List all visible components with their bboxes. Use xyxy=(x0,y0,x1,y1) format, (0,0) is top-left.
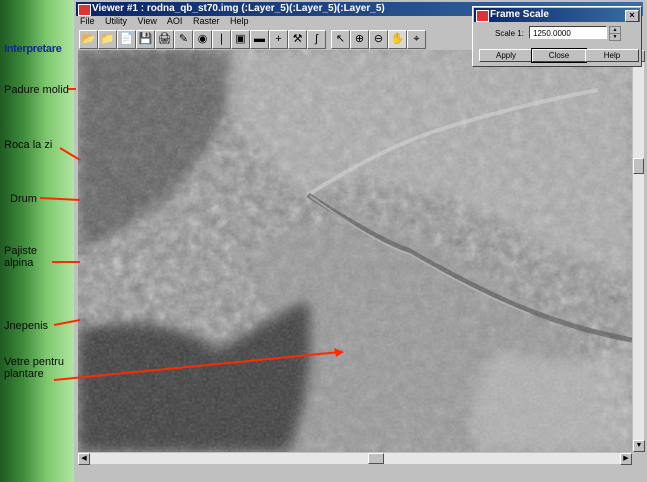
viewer-window: Viewer #1 : rodna_qb_st70.img (:Layer_5)… xyxy=(74,0,647,482)
horizontal-scroll-thumb[interactable] xyxy=(368,453,384,464)
print-icon[interactable]: 🖨 xyxy=(155,30,174,49)
spin-down-icon[interactable]: ▼ xyxy=(609,33,621,41)
label-padure-molid: Padure molid xyxy=(4,84,69,96)
apply-button[interactable]: Apply xyxy=(479,49,533,62)
scale-label: Scale 1: xyxy=(495,29,524,38)
vertical-scroll-thumb[interactable] xyxy=(633,158,644,174)
label-drum: Drum xyxy=(10,193,37,205)
open-layer-icon[interactable]: 📁 xyxy=(98,30,117,49)
scroll-left-icon[interactable]: ◀ xyxy=(78,453,90,465)
pan-hand-icon[interactable]: ✋ xyxy=(388,30,407,49)
new-file-icon[interactable]: 📄 xyxy=(117,30,136,49)
close-icon[interactable]: × xyxy=(625,10,639,22)
label-roca-la-zi: Roca la zi xyxy=(4,139,53,151)
viewer-app-icon xyxy=(78,4,91,16)
help-button[interactable]: Help xyxy=(585,49,639,62)
vertical-scrollbar[interactable]: ▲ ▼ xyxy=(633,50,645,452)
open-folder-icon[interactable]: 📂 xyxy=(79,30,98,49)
tools-icon[interactable]: ⚒ xyxy=(288,30,307,49)
horizontal-scrollbar[interactable]: ◀ ▶ xyxy=(78,453,632,465)
menu-aoi[interactable]: AOI xyxy=(167,16,183,26)
legend-title: Interpretare xyxy=(4,43,62,55)
satellite-image-render xyxy=(78,50,632,452)
eraser-icon[interactable]: ✎ xyxy=(174,30,193,49)
close-button[interactable]: Close xyxy=(531,48,587,63)
zoom-out-icon[interactable]: ⊖ xyxy=(369,30,388,49)
menu-view[interactable]: View xyxy=(138,16,157,26)
scale-input[interactable]: 1250.0000 xyxy=(529,26,607,39)
label-pajiste-alpina: Pajiste alpina xyxy=(4,245,38,269)
frame-scale-dialog: Frame Scale × Scale 1: 1250.0000 ▲ ▼ App… xyxy=(472,6,642,67)
save-icon[interactable]: 💾 xyxy=(136,30,155,49)
label-jnepenis: Jnepenis xyxy=(4,320,49,332)
menu-utility[interactable]: Utility xyxy=(105,16,127,26)
profile-icon[interactable]: ∫ xyxy=(307,30,326,49)
select-arrow-icon[interactable]: ↖ xyxy=(331,30,350,49)
satellite-image[interactable] xyxy=(78,50,632,452)
menu-file[interactable]: File xyxy=(80,16,95,26)
viewer-title: Viewer #1 : rodna_qb_st70.img (:Layer_5)… xyxy=(92,3,385,14)
frame-scale-title: Frame Scale xyxy=(490,9,549,20)
crosshair-icon[interactable]: + xyxy=(269,30,288,49)
scroll-down-icon[interactable]: ▼ xyxy=(633,440,645,452)
frame-scale-title-bar[interactable]: Frame Scale × xyxy=(474,8,640,22)
scale-frame-icon[interactable]: ▣ xyxy=(231,30,250,49)
menu-help[interactable]: Help xyxy=(230,16,249,26)
label-vetre-pentru-plantare: Vetre pentru plantare xyxy=(4,356,64,380)
fit-frame-icon[interactable]: ❘ xyxy=(212,30,231,49)
scroll-right-icon[interactable]: ▶ xyxy=(620,453,632,465)
menu-bar: File Utility View AOI Raster Help xyxy=(80,16,257,28)
frame-scale-app-icon xyxy=(476,10,489,22)
zoom-in-icon[interactable]: ⊕ xyxy=(350,30,369,49)
menu-raster[interactable]: Raster xyxy=(193,16,220,26)
legend-panel: Interpretare Padure molid Roca la zi Dru… xyxy=(0,0,78,482)
measure-icon[interactable]: ▬ xyxy=(250,30,269,49)
info-icon[interactable]: ◉ xyxy=(193,30,212,49)
inquire-icon[interactable]: ⌖ xyxy=(407,30,426,49)
